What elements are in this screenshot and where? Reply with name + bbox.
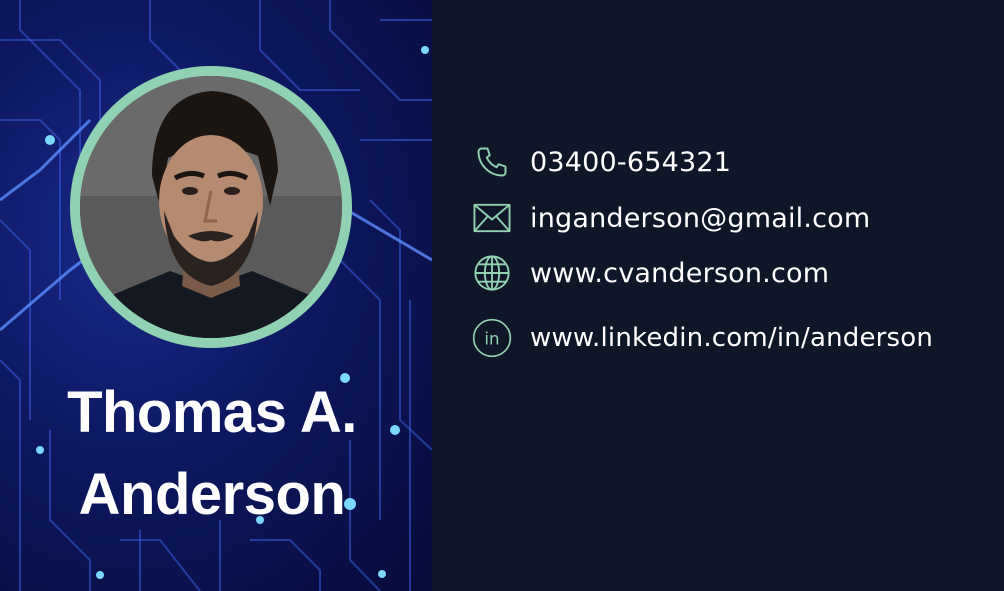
avatar-portrait xyxy=(80,76,342,338)
left-panel: Thomas A. Anderson xyxy=(0,0,432,591)
contact-email[interactable]: inganderson@gmail.com xyxy=(470,193,870,243)
contact-website[interactable]: www.cvanderson.com xyxy=(470,248,829,298)
linkedin-icon: in xyxy=(470,316,514,360)
phone-number: 03400-654321 xyxy=(530,146,732,178)
person-name: Thomas A. Anderson xyxy=(0,372,424,536)
phone-icon xyxy=(470,140,514,184)
name-line-2: Anderson xyxy=(78,462,346,527)
email-address: inganderson@gmail.com xyxy=(530,202,871,234)
avatar xyxy=(80,76,342,338)
svg-text:in: in xyxy=(484,330,499,349)
contact-linkedin[interactable]: in www.linkedin.com/in/anderson xyxy=(470,313,933,363)
website-url: www.cvanderson.com xyxy=(530,257,830,289)
contact-phone[interactable]: 03400-654321 xyxy=(470,137,731,187)
envelope-icon xyxy=(470,196,514,240)
globe-icon xyxy=(470,251,514,295)
business-card: Thomas A. Anderson 03400-654321 ingander… xyxy=(0,0,1004,591)
name-line-1: Thomas A. xyxy=(67,380,357,445)
linkedin-url: www.linkedin.com/in/anderson xyxy=(530,323,934,353)
